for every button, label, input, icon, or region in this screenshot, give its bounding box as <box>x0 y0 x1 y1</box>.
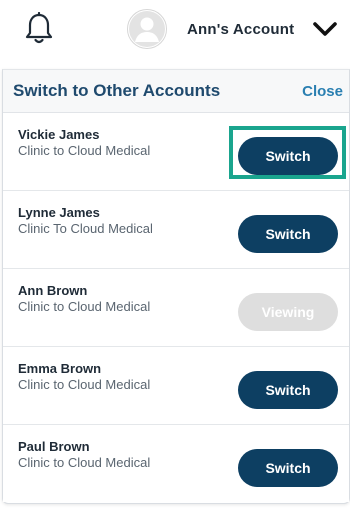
switch-button[interactable]: Switch <box>238 449 338 487</box>
chevron-down-icon[interactable] <box>312 20 338 38</box>
focus-highlight <box>229 126 346 179</box>
account-name: Ann Brown <box>18 283 88 298</box>
account-row: Emma Brown Clinic to Cloud Medical Switc… <box>3 347 349 425</box>
switch-accounts-panel: Switch to Other Accounts Close Vickie Ja… <box>2 69 350 504</box>
viewing-button: Viewing <box>238 293 338 331</box>
panel-title: Switch to Other Accounts <box>13 81 221 100</box>
account-name: Vickie James <box>18 127 100 142</box>
account-organization: Clinic to Cloud Medical <box>18 299 151 314</box>
switch-button[interactable]: Switch <box>238 215 338 253</box>
account-organization: Clinic to Cloud Medical <box>18 455 151 470</box>
top-bar: Ann's Account <box>0 0 350 63</box>
account-row: Paul Brown Clinic to Cloud Medical Switc… <box>3 425 349 502</box>
account-organization: Clinic To Cloud Medical <box>18 221 153 236</box>
account-organization: Clinic to Cloud Medical <box>18 143 151 158</box>
account-row: Ann Brown Clinic to Cloud Medical Viewin… <box>3 269 349 347</box>
user-avatar-icon[interactable] <box>127 9 167 49</box>
account-name: Paul Brown <box>18 439 90 454</box>
switch-button[interactable]: Switch <box>238 371 338 409</box>
account-row: Lynne James Clinic To Cloud Medical Swit… <box>3 191 349 269</box>
account-organization: Clinic to Cloud Medical <box>18 377 151 392</box>
account-name: Emma Brown <box>18 361 102 376</box>
account-name: Lynne James <box>18 205 100 220</box>
bell-icon[interactable] <box>24 12 54 46</box>
close-link[interactable]: Close <box>302 83 343 100</box>
account-name[interactable]: Ann's Account <box>187 21 294 38</box>
panel-header: Switch to Other Accounts Close <box>3 70 349 113</box>
